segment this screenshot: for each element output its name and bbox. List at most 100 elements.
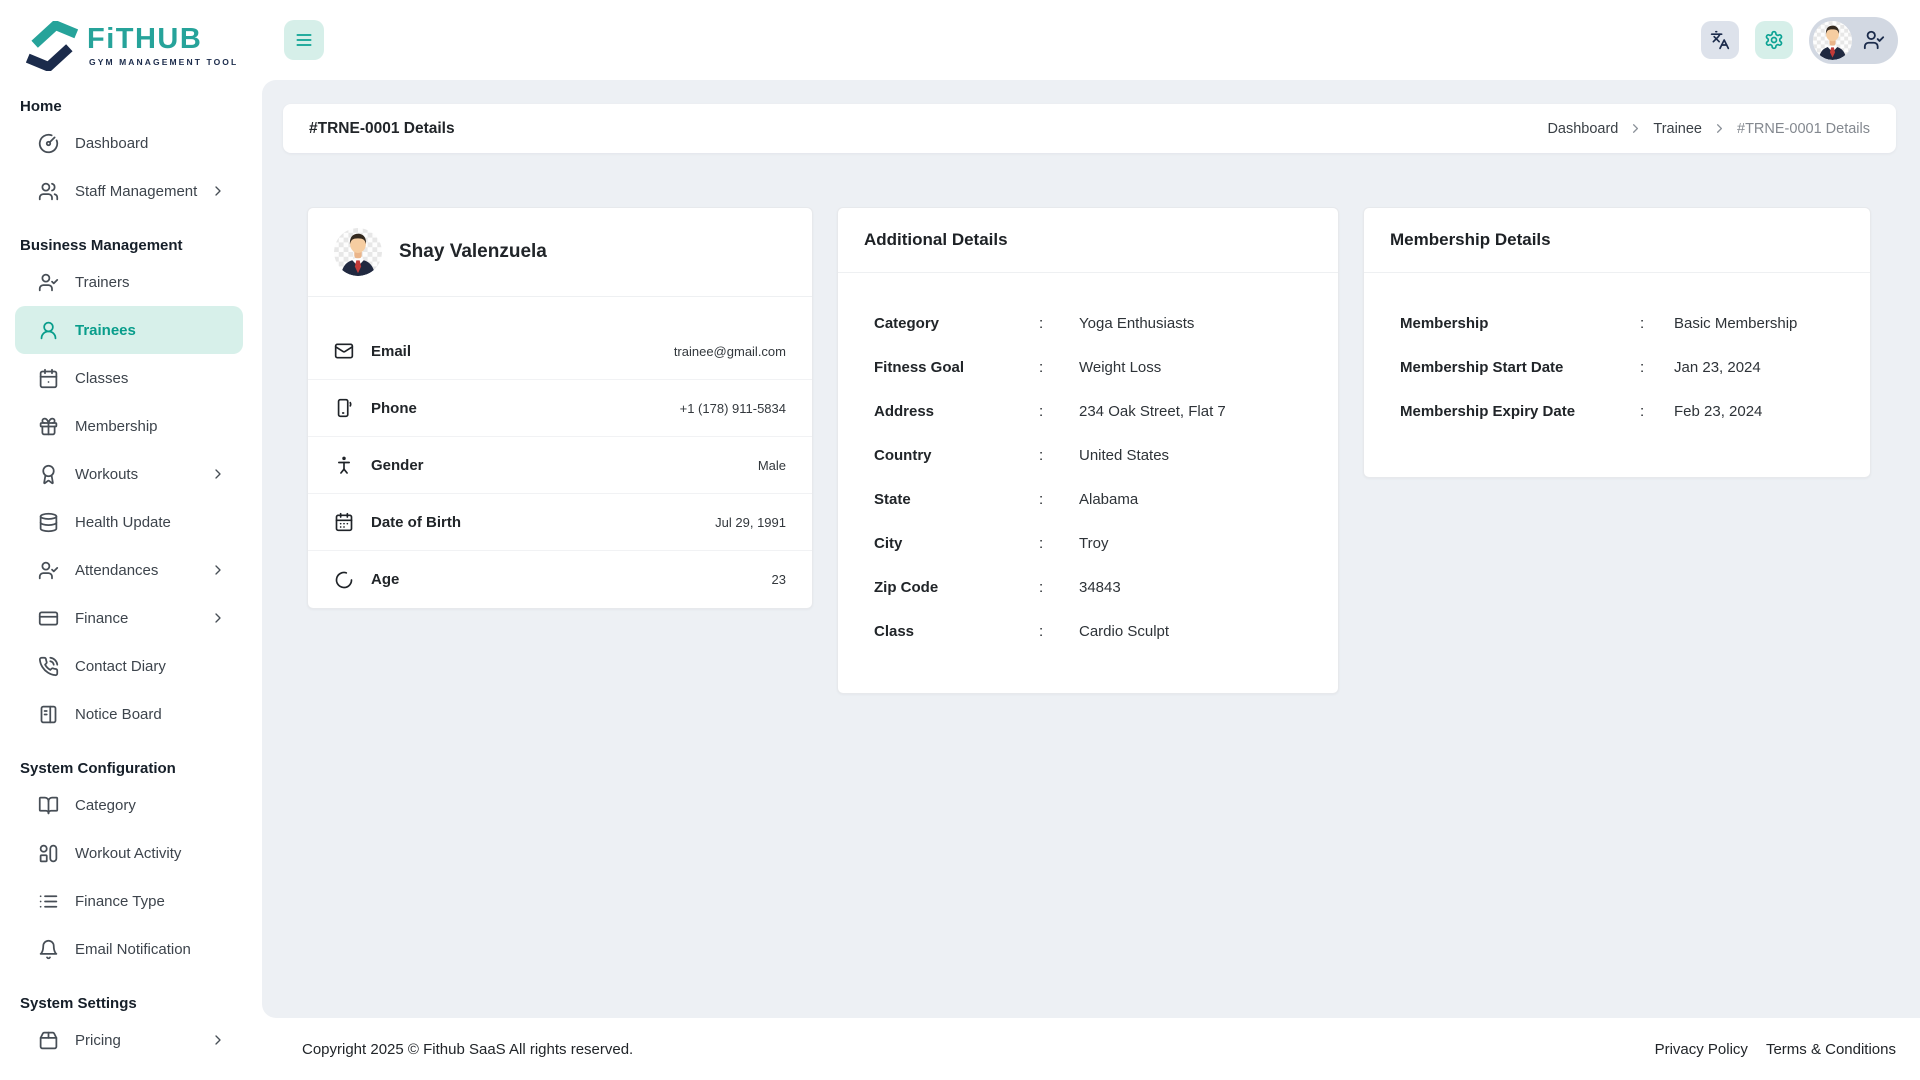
settings-button[interactable]	[1755, 21, 1793, 59]
sidebar-item-contact-diary[interactable]: Contact Diary	[0, 642, 262, 690]
gift-icon	[38, 416, 59, 437]
sidebar-item-label: Trainees	[75, 322, 136, 339]
bell-icon	[38, 939, 59, 960]
profile-row-value: Jul 29, 1991	[715, 515, 786, 530]
sidebar-section-system-settings: System Settings	[0, 995, 262, 1012]
topbar	[262, 0, 1920, 80]
sidebar-item-pricing[interactable]: Pricing	[0, 1016, 262, 1064]
breadcrumb-item-dashboard[interactable]: Dashboard	[1547, 121, 1618, 137]
detail-row-value: Jan 23, 2024	[1674, 359, 1834, 376]
membership-details-title: Membership Details	[1364, 208, 1870, 273]
detail-row-zip-code: Zip Code : 34843	[874, 565, 1302, 609]
detail-row-label: Membership Expiry Date	[1400, 403, 1640, 420]
profile-menu-button[interactable]	[1809, 17, 1898, 64]
sidebar-item-label: Dashboard	[75, 135, 148, 152]
detail-row-city: City : Troy	[874, 521, 1302, 565]
sidebar-item-workouts[interactable]: Workouts	[0, 450, 262, 498]
detail-row-label: State	[874, 491, 1039, 508]
footer-link-terms-conditions[interactable]: Terms & Conditions	[1766, 1041, 1896, 1058]
sidebar-item-category[interactable]: Category	[0, 781, 262, 829]
sidebar-section-business-management: Business Management	[0, 237, 262, 254]
detail-row-address: Address : 234 Oak Street, Flat 7	[874, 389, 1302, 433]
sidebar-item-label: Membership	[75, 418, 158, 435]
detail-row-value: 234 Oak Street, Flat 7	[1079, 403, 1302, 420]
person-icon	[334, 455, 354, 475]
sidebar-item-finance[interactable]: Finance	[0, 594, 262, 642]
person-avatar-image	[334, 228, 382, 276]
profile-row-age: Age 23	[308, 551, 812, 608]
detail-row-label: Class	[874, 623, 1039, 640]
menu-icon	[294, 30, 314, 50]
sidebar-item-health-update[interactable]: Health Update	[0, 498, 262, 546]
sidebar-section-system-configuration: System Configuration	[0, 760, 262, 777]
sidebar-item-attendances[interactable]: Attendances	[0, 546, 262, 594]
brand-logo-text: FiTHUB GYM MANAGEMENT TOOL	[87, 25, 238, 67]
profile-row-value: trainee@gmail.com	[674, 344, 786, 359]
sidebar-item-workout-activity[interactable]: Workout Activity	[0, 829, 262, 877]
detail-row-colon: :	[1039, 315, 1079, 332]
detail-row-class: Class : Cardio Sculpt	[874, 609, 1302, 653]
sidebar-item-label: Email Notification	[75, 941, 191, 958]
detail-row-value: Troy	[1079, 535, 1302, 552]
sidebar-item-staff-management[interactable]: Staff Management	[0, 167, 262, 215]
menu-button[interactable]	[284, 20, 324, 60]
chevron-right-icon	[210, 1032, 226, 1048]
chevron-right-icon	[1628, 121, 1643, 136]
chevron-right-icon	[210, 183, 226, 199]
profile-row-label: Phone	[371, 400, 417, 417]
footer-link-privacy-policy[interactable]: Privacy Policy	[1655, 1041, 1748, 1058]
chevron-right-icon	[210, 562, 226, 578]
detail-row-value: Weight Loss	[1079, 359, 1302, 376]
profile-row-label: Age	[371, 571, 399, 588]
breadcrumb-item-trne-0001-details: #TRNE-0001 Details	[1737, 121, 1870, 137]
detail-cards: Shay Valenzuela Email trainee@gmail.com …	[283, 207, 1896, 694]
database-icon	[38, 512, 59, 533]
detail-row-colon: :	[1640, 359, 1674, 376]
sidebar-section-home: Home	[0, 98, 262, 115]
phone-call-icon	[38, 656, 59, 677]
brand-logo-icon	[26, 21, 78, 71]
trainee-profile-header: Shay Valenzuela	[308, 208, 812, 297]
credit-card-icon	[38, 608, 59, 629]
app-root: FiTHUB GYM MANAGEMENT TOOL Home Dashboar…	[0, 0, 1920, 1080]
sidebar-item-label: Attendances	[75, 562, 158, 579]
sidebar-item-trainees[interactable]: Trainees	[15, 306, 243, 354]
membership-details-rows: Membership : Basic Membership Membership…	[1364, 273, 1870, 477]
brand-logo[interactable]: FiTHUB GYM MANAGEMENT TOOL	[0, 10, 262, 76]
detail-row-label: Address	[874, 403, 1039, 420]
detail-row-colon: :	[1039, 447, 1079, 464]
sidebar-item-email-notification[interactable]: Email Notification	[0, 925, 262, 973]
users-icon	[38, 181, 59, 202]
page-title: #TRNE-0001 Details	[309, 120, 455, 138]
sidebar-item-notice-board[interactable]: Notice Board	[0, 690, 262, 738]
detail-row-fitness-goal: Fitness Goal : Weight Loss	[874, 345, 1302, 389]
sidebar-item-trainers[interactable]: Trainers	[0, 258, 262, 306]
calendar-icon	[38, 368, 59, 389]
list-icon	[38, 891, 59, 912]
sidebar-item-dashboard[interactable]: Dashboard	[0, 119, 262, 167]
profile-rows: Email trainee@gmail.com Phone +1 (178) 9…	[308, 297, 812, 608]
award-icon	[38, 464, 59, 485]
detail-row-value: 34843	[1079, 579, 1302, 596]
profile-row-label: Date of Birth	[371, 514, 461, 531]
sidebar-item-classes[interactable]: Classes	[0, 354, 262, 402]
footer: Copyright 2025 © Fithub SaaS All rights …	[262, 1018, 1920, 1080]
additional-details-title: Additional Details	[838, 208, 1338, 273]
sidebar-item-label: Health Update	[75, 514, 171, 531]
profile-row-label: Gender	[371, 457, 424, 474]
detail-row-value: Basic Membership	[1674, 315, 1834, 332]
breadcrumb-item-trainee[interactable]: Trainee	[1653, 121, 1702, 137]
trainee-profile-card: Shay Valenzuela Email trainee@gmail.com …	[307, 207, 813, 609]
gauge-icon	[38, 133, 59, 154]
sidebar-item-finance-type[interactable]: Finance Type	[0, 877, 262, 925]
copyright-text: Copyright 2025 © Fithub SaaS All rights …	[302, 1041, 633, 1058]
brand-wordmark: FiTHUB	[87, 25, 238, 54]
content-area: #TRNE-0001 Details Dashboard Trainee #TRNE…	[262, 80, 1920, 1018]
user-avatar	[1813, 21, 1852, 60]
sidebar-item-membership[interactable]: Membership	[0, 402, 262, 450]
breadcrumb: Dashboard Trainee #TRNE-0001 Details	[1547, 121, 1870, 137]
detail-row-label: Membership Start Date	[1400, 359, 1640, 376]
sidebar-item-label: Category	[75, 797, 136, 814]
sidebar-item-label: Workout Activity	[75, 845, 181, 862]
translate-button[interactable]	[1701, 21, 1739, 59]
